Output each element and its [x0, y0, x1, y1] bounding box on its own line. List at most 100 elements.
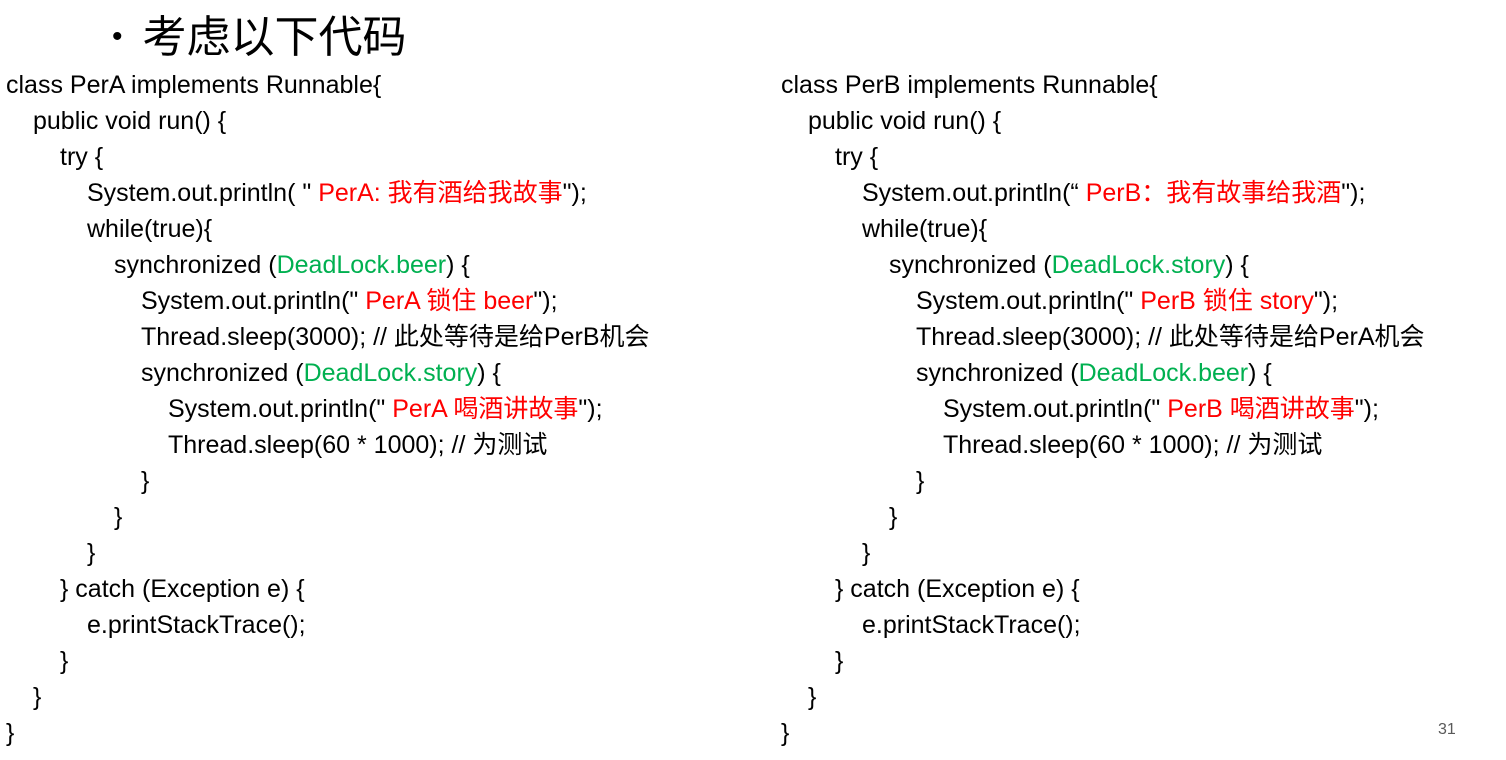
code-text: ) { — [446, 251, 470, 279]
code-text: public void run() { — [33, 107, 227, 135]
code-text: ) { — [477, 359, 501, 387]
code-line: Thread.sleep(3000); // 此处等待是给PerA机会 — [781, 319, 1425, 355]
code-highlight-red: PerB：我有故事给我酒 — [1085, 179, 1342, 207]
code-text: System.out.println(" — [141, 287, 366, 315]
code-line: Thread.sleep(60 * 1000); // 为测试 — [6, 427, 650, 463]
code-line: } catch (Exception e) { — [781, 571, 1425, 607]
code-highlight-red: PerA 喝酒讲故事 — [392, 395, 579, 423]
code-text: ) { — [1248, 359, 1272, 387]
code-line: } catch (Exception e) { — [6, 571, 650, 607]
slide-title: • 考虑以下代码 — [112, 8, 407, 68]
code-line: } — [781, 679, 1425, 715]
code-line: synchronized (DeadLock.story) { — [6, 355, 650, 391]
code-line: synchronized (DeadLock.beer) { — [6, 247, 650, 283]
code-line: System.out.println(" PerA 锁住 beer"); — [6, 283, 650, 319]
code-text: } — [889, 503, 898, 531]
code-line: } — [6, 643, 650, 679]
code-text: } catch (Exception e) { — [60, 575, 305, 603]
code-line: } — [781, 535, 1425, 571]
code-line: System.out.println( " PerA: 我有酒给我故事"); — [6, 175, 650, 211]
code-highlight-green: DeadLock.beer — [276, 251, 447, 279]
code-text: while(true){ — [87, 215, 213, 243]
code-text: System.out.println(" — [168, 395, 393, 423]
title-text: 考虑以下代码 — [142, 12, 407, 63]
code-line: synchronized (DeadLock.story) { — [781, 247, 1425, 283]
code-highlight-red: PerA 锁住 beer — [365, 287, 534, 315]
code-line: class PerB implements Runnable{ — [781, 67, 1425, 103]
code-text: "); — [1341, 179, 1366, 207]
code-line: try { — [781, 139, 1425, 175]
code-text: "); — [562, 179, 587, 207]
code-highlight-red: PerA: 我有酒给我故事 — [318, 179, 563, 207]
code-text: e.printStackTrace(); — [862, 611, 1081, 639]
code-line: } — [6, 715, 650, 751]
code-highlight-green: DeadLock.story — [1051, 251, 1226, 279]
code-text: "); — [1313, 287, 1339, 315]
code-line: System.out.println(" PerB 喝酒讲故事"); — [781, 391, 1425, 427]
code-text: } — [33, 683, 42, 711]
code-highlight-red: PerB 喝酒讲故事 — [1167, 395, 1355, 423]
code-text: class PerA implements Runnable{ — [6, 71, 382, 99]
code-block-perb: class PerB implements Runnable{ public vo… — [781, 67, 1425, 751]
code-highlight-red: PerB 锁住 story — [1140, 287, 1314, 315]
code-line: public void run() { — [6, 103, 650, 139]
code-line: } — [781, 499, 1425, 535]
page-number: 31 — [1438, 721, 1456, 738]
code-highlight-green: DeadLock.story — [303, 359, 478, 387]
code-text: class PerB implements Runnable{ — [781, 71, 1158, 99]
code-line: } — [781, 463, 1425, 499]
code-text: System.out.println(" — [916, 287, 1141, 315]
code-text: } catch (Exception e) { — [835, 575, 1080, 603]
code-text: Thread.sleep(60 * 1000); // 为测试 — [943, 431, 1323, 459]
code-line: Thread.sleep(3000); // 此处等待是给PerB机会 — [6, 319, 650, 355]
code-text: try { — [835, 143, 879, 171]
code-text: System.out.println(" — [943, 395, 1168, 423]
code-line: class PerA implements Runnable{ — [6, 67, 650, 103]
code-text: Thread.sleep(60 * 1000); // 为测试 — [168, 431, 548, 459]
code-text: synchronized ( — [114, 251, 277, 279]
code-text: "); — [578, 395, 603, 423]
code-text: } — [114, 503, 123, 531]
code-text: try { — [60, 143, 104, 171]
code-text: System.out.println(“ — [862, 179, 1086, 207]
code-line: System.out.println(" PerA 喝酒讲故事"); — [6, 391, 650, 427]
code-line: System.out.println(“ PerB：我有故事给我酒"); — [781, 175, 1425, 211]
code-text: synchronized ( — [916, 359, 1079, 387]
code-text: "); — [1354, 395, 1379, 423]
code-text: } — [916, 467, 925, 495]
title-bullet: • — [112, 20, 123, 53]
code-line: e.printStackTrace(); — [781, 607, 1425, 643]
code-text: } — [87, 539, 96, 567]
code-text: } — [808, 683, 817, 711]
code-text: } — [141, 467, 150, 495]
code-line: try { — [6, 139, 650, 175]
code-line: while(true){ — [6, 211, 650, 247]
code-text: while(true){ — [862, 215, 988, 243]
code-text: synchronized ( — [889, 251, 1052, 279]
code-line: synchronized (DeadLock.beer) { — [781, 355, 1425, 391]
code-text: } — [60, 647, 69, 675]
code-line: public void run() { — [781, 103, 1425, 139]
code-text: e.printStackTrace(); — [87, 611, 306, 639]
code-line: } — [6, 535, 650, 571]
code-line: System.out.println(" PerB 锁住 story"); — [781, 283, 1425, 319]
code-line: } — [781, 643, 1425, 679]
code-text: } — [781, 719, 790, 747]
code-line: Thread.sleep(60 * 1000); // 为测试 — [781, 427, 1425, 463]
code-text: } — [835, 647, 844, 675]
code-highlight-green: DeadLock.beer — [1078, 359, 1249, 387]
code-text: public void run() { — [808, 107, 1002, 135]
code-text: synchronized ( — [141, 359, 304, 387]
code-text: } — [6, 719, 15, 747]
code-line: } — [781, 715, 1425, 751]
code-text: System.out.println( " — [87, 179, 319, 207]
code-block-pera: class PerA implements Runnable{ public vo… — [6, 67, 650, 751]
code-text: Thread.sleep(3000); // 此处等待是给PerA机会 — [916, 323, 1425, 351]
code-text: } — [862, 539, 871, 567]
code-line: } — [6, 499, 650, 535]
code-text: "); — [533, 287, 558, 315]
code-line: while(true){ — [781, 211, 1425, 247]
code-line: e.printStackTrace(); — [6, 607, 650, 643]
code-text: Thread.sleep(3000); // 此处等待是给PerB机会 — [141, 323, 650, 351]
code-line: } — [6, 463, 650, 499]
